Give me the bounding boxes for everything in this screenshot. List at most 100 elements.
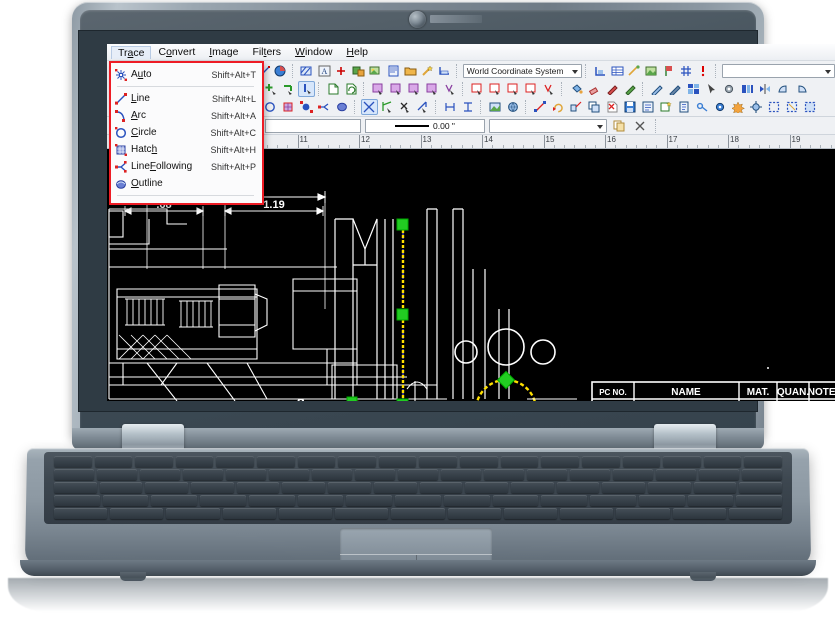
text-tool-icon[interactable]: A	[316, 63, 332, 79]
green-marker-icon[interactable]	[622, 81, 639, 97]
duplicate-object-icon[interactable]	[586, 99, 603, 115]
keyboard-key[interactable]	[699, 469, 739, 480]
node-edit-icon[interactable]	[298, 99, 315, 115]
keyboard-key[interactable]	[613, 469, 653, 480]
menu-bar[interactable]: Trace Convert Image Filters Window Help	[107, 44, 835, 61]
layer-select[interactable]	[489, 118, 607, 133]
trace-menu-item-linefollowing[interactable]: LineFollowing Shift+Alt+P	[111, 158, 262, 175]
menu-convert[interactable]: Convert	[151, 45, 202, 59]
grid-icon[interactable]	[678, 63, 694, 79]
keyboard-key[interactable]	[183, 469, 223, 480]
trace-menu-item-circle[interactable]: Circle Shift+Alt+C	[111, 124, 262, 141]
trace-menu-item-hatch[interactable]: Hatch Shift+Alt+H	[111, 141, 262, 158]
pen-blue-icon[interactable]	[649, 81, 666, 97]
keyboard-key[interactable]	[398, 469, 438, 480]
snap-settings-icon[interactable]	[748, 99, 765, 115]
measure-icon[interactable]	[437, 63, 453, 79]
select-vector-3-icon[interactable]	[505, 81, 522, 97]
style-field[interactable]	[265, 118, 361, 133]
red-marker-icon[interactable]	[604, 81, 621, 97]
layer-panel-icon[interactable]	[385, 63, 401, 79]
keyboard-key[interactable]	[391, 508, 445, 519]
select-raster-4-icon[interactable]	[424, 81, 441, 97]
keyboard-key[interactable]	[590, 495, 636, 506]
keyboard-key[interactable]	[151, 495, 198, 506]
circle-tool-icon[interactable]	[262, 99, 279, 115]
trace-dropdown-menu[interactable]: Auto Shift+Alt+T Line Shift+Alt+L Arc Shift+A…	[109, 61, 264, 205]
keyboard-key[interactable]	[312, 469, 352, 480]
keyboard-key[interactable]	[556, 482, 600, 493]
rotate-document-icon[interactable]	[343, 81, 360, 97]
copy-properties-icon[interactable]	[611, 118, 628, 134]
keyboard-key[interactable]	[54, 495, 100, 506]
hatch-tool-icon[interactable]	[280, 99, 297, 115]
marquee-select-icon[interactable]	[766, 99, 783, 115]
keyboard-key[interactable]	[395, 495, 441, 506]
keyboard-key[interactable]	[510, 482, 554, 493]
trim-corner-icon[interactable]	[379, 99, 396, 115]
keyboard-key[interactable]	[693, 482, 737, 493]
keyboard-key[interactable]	[97, 469, 137, 480]
snap-add-icon[interactable]	[262, 81, 279, 97]
keyboard-key[interactable]	[269, 469, 309, 480]
keyboard-key[interactable]	[541, 456, 579, 467]
keyboard-key[interactable]	[54, 482, 97, 493]
keyboard-key[interactable]	[54, 508, 108, 519]
keyboard-key[interactable]	[672, 508, 726, 519]
save-icon[interactable]	[622, 99, 639, 115]
key-permissions-icon[interactable]	[694, 99, 711, 115]
trace-menu-item-outline[interactable]: Outline	[111, 175, 262, 192]
scale-object-icon[interactable]	[568, 99, 585, 115]
extend-line-icon[interactable]	[415, 99, 432, 115]
keyboard-key[interactable]	[328, 482, 371, 493]
preferences-gear-icon[interactable]	[712, 99, 729, 115]
list-view-icon[interactable]	[640, 99, 657, 115]
pen-dark-icon[interactable]	[667, 81, 684, 97]
new-document-icon[interactable]	[325, 81, 342, 97]
select-raster-2-icon[interactable]	[388, 81, 405, 97]
keyboard-key[interactable]	[742, 469, 782, 480]
warning-icon[interactable]	[695, 63, 711, 79]
keyboard-key[interactable]	[373, 482, 417, 493]
keyboard-key[interactable]	[99, 482, 143, 493]
keyboard-key[interactable]	[102, 495, 149, 506]
keyboard-key[interactable]	[622, 456, 661, 467]
keyboard-key[interactable]	[527, 469, 567, 480]
keyboard-key[interactable]	[656, 469, 696, 480]
keyboard-key[interactable]	[447, 508, 501, 519]
image-export-icon[interactable]	[368, 63, 384, 79]
magic-wand-icon[interactable]	[419, 63, 435, 79]
trace-menu-item-auto[interactable]: Auto Shift+Alt+T	[111, 66, 262, 83]
select-vector-2-icon[interactable]	[487, 81, 504, 97]
keyboard-key[interactable]	[419, 456, 458, 467]
trace-menu-item-line[interactable]: Line Shift+Alt+L	[111, 90, 262, 107]
keyboard-key[interactable]	[728, 508, 783, 519]
coordinate-system-select[interactable]: World Coordinate System	[462, 64, 583, 78]
blob-icon[interactable]	[334, 99, 351, 115]
keyboard-key[interactable]	[338, 456, 376, 467]
eraser-tool-icon[interactable]	[586, 81, 603, 97]
pointer-select-icon[interactable]	[703, 81, 720, 97]
keyboard-key[interactable]	[744, 456, 782, 467]
snap-remove-icon[interactable]	[280, 81, 297, 97]
keyboard-key[interactable]	[441, 469, 481, 480]
select-raster-all-icon[interactable]	[442, 81, 459, 97]
region-select-icon[interactable]	[802, 99, 819, 115]
keyboard-key[interactable]	[663, 456, 701, 467]
menu-trace[interactable]: Trace	[111, 45, 152, 59]
select-vector-all-icon[interactable]	[541, 81, 558, 97]
keyboard-key[interactable]	[135, 456, 173, 467]
new-layer-icon[interactable]	[658, 99, 675, 115]
keyboard-key[interactable]	[560, 508, 614, 519]
branch-icon[interactable]	[316, 99, 333, 115]
delete-node-icon[interactable]	[397, 99, 414, 115]
keyboard-key[interactable]	[278, 508, 333, 519]
raster-to-vector-icon[interactable]	[350, 63, 366, 79]
keyboard-key[interactable]	[355, 469, 395, 480]
document-props-icon[interactable]	[676, 99, 693, 115]
keyboard-key[interactable]	[222, 508, 276, 519]
explode-icon[interactable]	[730, 99, 747, 115]
settings-gear-icon[interactable]	[721, 81, 738, 97]
extrude-left-icon[interactable]	[775, 81, 792, 97]
menu-image[interactable]: Image	[202, 45, 245, 59]
